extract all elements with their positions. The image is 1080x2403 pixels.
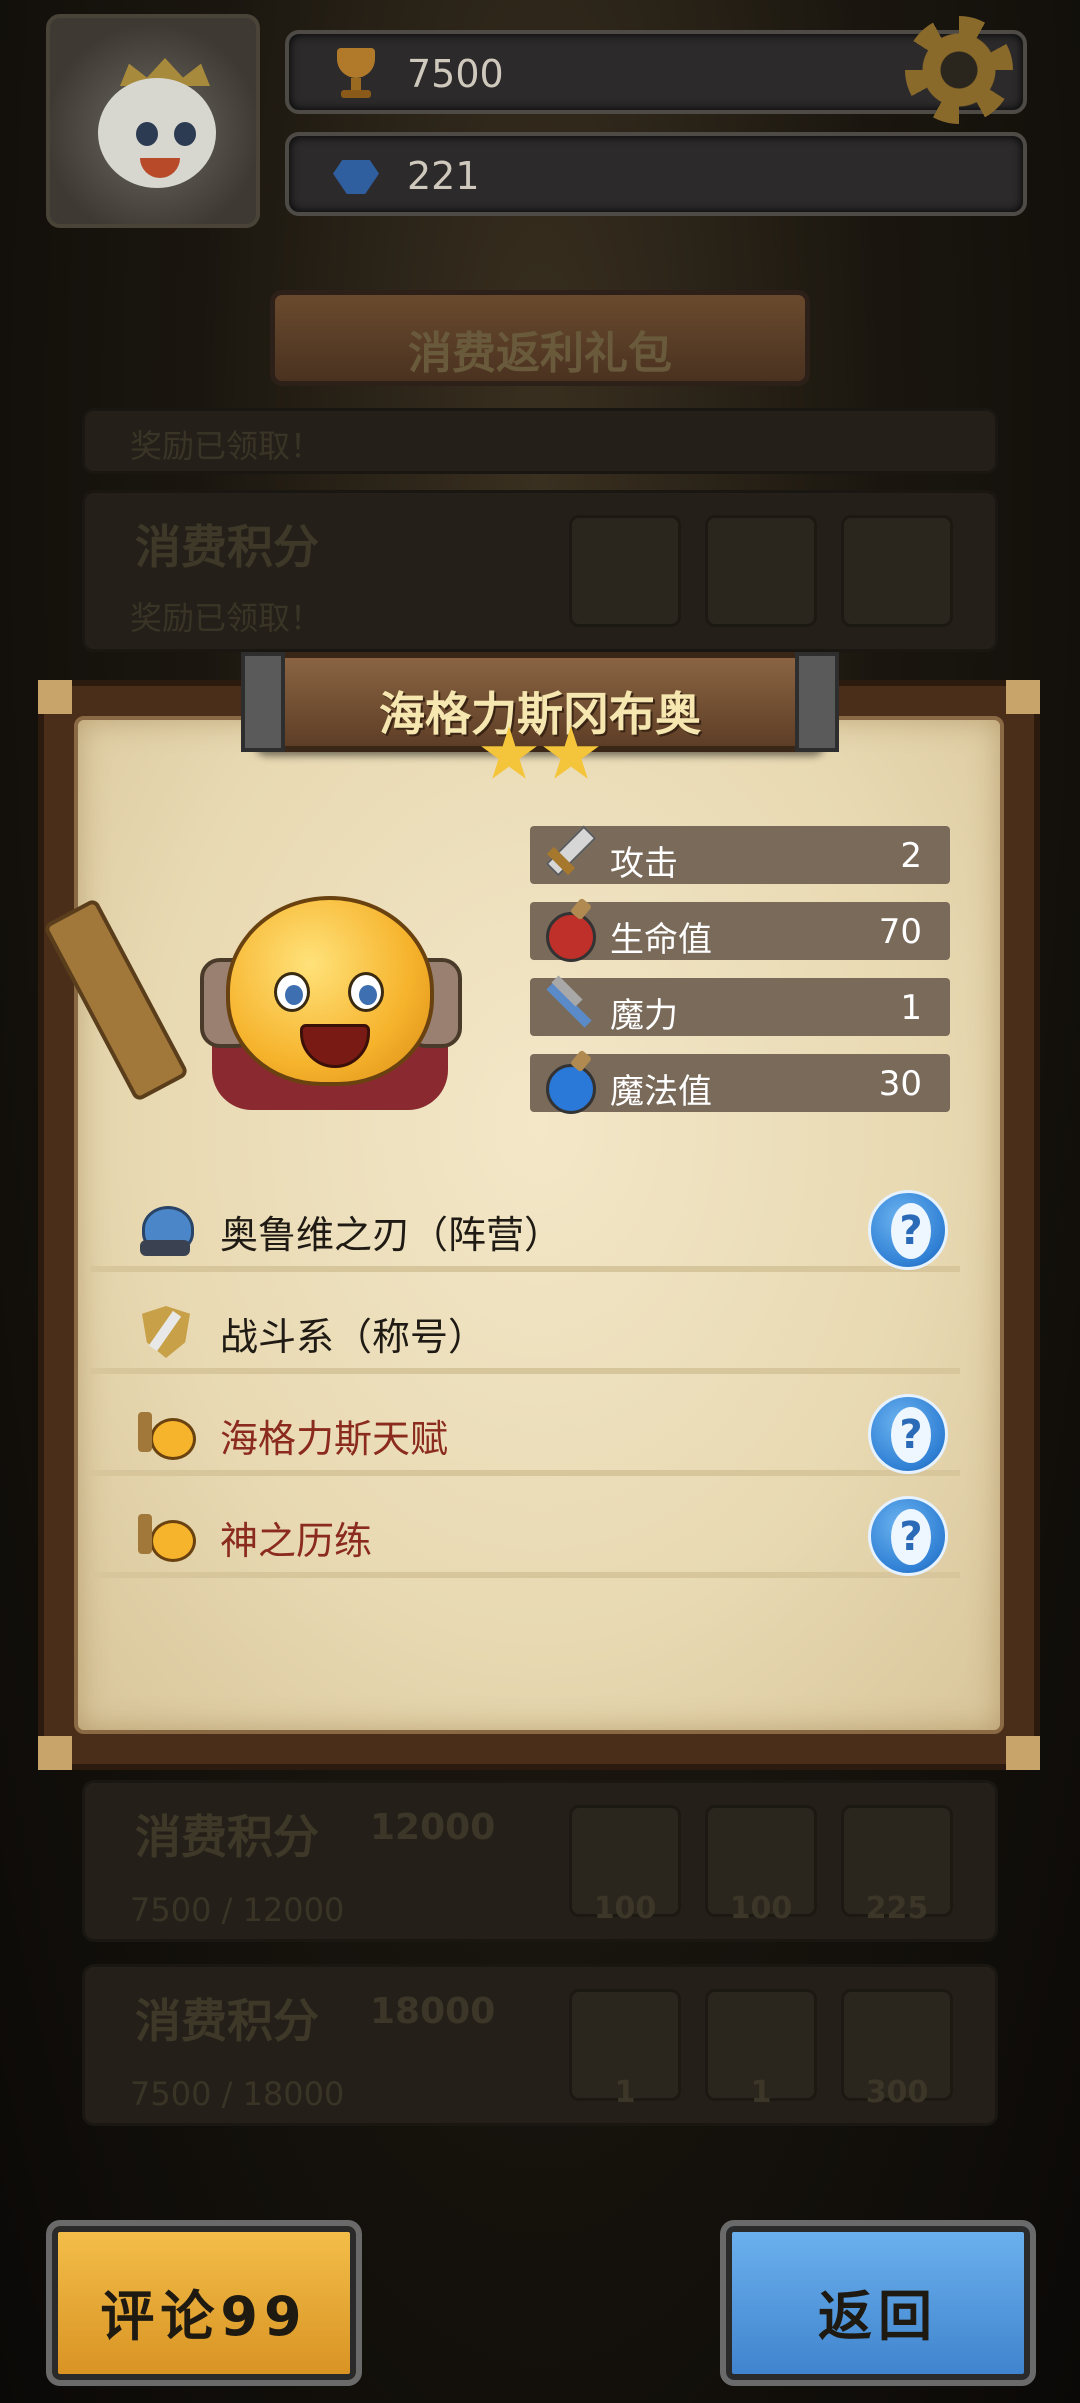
question-icon: ?	[891, 1509, 931, 1565]
help-button[interactable]: ?	[868, 1190, 948, 1270]
dialog-corner	[1006, 1736, 1040, 1770]
reward-status: 奖励已领取！	[130, 427, 323, 465]
sword-icon	[538, 822, 598, 882]
question-icon: ?	[891, 1203, 931, 1259]
hero-portrait	[42, 880, 476, 1110]
background-title-plate: 消费返利礼包	[270, 290, 810, 386]
reward-status: 奖励已领取！	[130, 599, 323, 637]
reward-slot	[841, 515, 953, 627]
reward-row-points: 12000	[370, 1807, 496, 1848]
stat-value: 70	[878, 912, 922, 952]
attribute-trial: 神之历练 ?	[90, 1490, 960, 1578]
stat-label: 生命值	[610, 920, 712, 960]
potion-red-icon	[538, 898, 598, 962]
hero-name: 海格力斯冈布奥	[379, 687, 701, 741]
hero-body	[226, 896, 434, 1086]
stat-hp: 生命值 70	[530, 902, 950, 962]
reward-slot	[705, 515, 817, 627]
comment-button[interactable]: 评论99	[46, 2220, 362, 2386]
reward-row: 消费积分 12000 7500 / 12000 100 100 225	[82, 1780, 998, 1942]
attribute-faction: 奥鲁维之刃（阵营） ?	[90, 1184, 960, 1272]
reward-row: 消费积分 18000 7500 / 18000 1 1 300	[82, 1964, 998, 2126]
reward-slot: 300	[841, 1989, 953, 2110]
help-button[interactable]: ?	[868, 1496, 948, 1576]
stat-mana: 魔法值 30	[530, 1054, 950, 1114]
hero-title-plate: 海格力斯冈布奥	[241, 652, 839, 752]
stat-label: 攻击	[610, 844, 678, 884]
shield-icon	[136, 1302, 194, 1360]
stat-value: 1	[900, 988, 922, 1028]
attribute-talent: 海格力斯天赋 ?	[90, 1388, 960, 1476]
question-icon: ?	[891, 1407, 931, 1463]
stat-attack: 攻击 2	[530, 826, 950, 884]
help-button[interactable]: ?	[868, 1394, 948, 1474]
stat-value: 30	[878, 1064, 922, 1104]
reward-slot: 100	[705, 1805, 817, 1926]
reward-row-label: 消费积分	[135, 1810, 319, 1864]
back-button-label: 返回	[818, 2285, 938, 2348]
reward-progress: 7500 / 12000	[130, 1891, 345, 1929]
attribute-text: 奥鲁维之刃（阵营）	[220, 1213, 563, 1257]
dialog-corner	[38, 680, 72, 714]
dialog-corner	[38, 1736, 72, 1770]
reward-row: 消费积分 奖励已领取！	[82, 490, 998, 652]
background-title: 消费返利礼包	[408, 328, 672, 379]
stat-magic-power: 魔力 1	[530, 978, 950, 1036]
attribute-text: 海格力斯天赋	[220, 1417, 449, 1461]
hero-eye	[274, 972, 310, 1012]
reward-slot: 1	[569, 1989, 681, 2110]
comment-button-label: 评论99	[100, 2285, 308, 2348]
staff-icon	[538, 974, 598, 1034]
stat-label: 魔力	[610, 996, 678, 1036]
potion-blue-icon	[538, 1050, 598, 1114]
reward-row-points: 18000	[370, 1991, 496, 2032]
hero-mouth	[300, 1024, 370, 1068]
reward-progress: 7500 / 18000	[130, 2075, 345, 2113]
reward-slot: 1	[705, 1989, 817, 2110]
attribute-text: 神之历练	[220, 1519, 373, 1563]
reward-row: 奖励已领取！	[82, 408, 998, 474]
dialog-corner	[1006, 680, 1040, 714]
reward-slot: 100	[569, 1805, 681, 1926]
attribute-text: 战斗系（称号）	[220, 1315, 487, 1359]
back-button[interactable]: 返回	[720, 2220, 1036, 2386]
reward-row-label: 消费积分	[135, 1994, 319, 2048]
stat-label: 魔法值	[610, 1072, 712, 1112]
reward-row-label: 消费积分	[135, 520, 319, 574]
hero-eye	[348, 972, 384, 1012]
hero-mini-icon	[136, 1404, 196, 1462]
attribute-title: 战斗系（称号）	[90, 1286, 960, 1374]
hero-mini-icon	[136, 1506, 196, 1564]
reward-slot	[569, 515, 681, 627]
stat-value: 2	[900, 836, 922, 876]
reward-slot: 225	[841, 1805, 953, 1926]
faction-icon	[136, 1200, 194, 1258]
